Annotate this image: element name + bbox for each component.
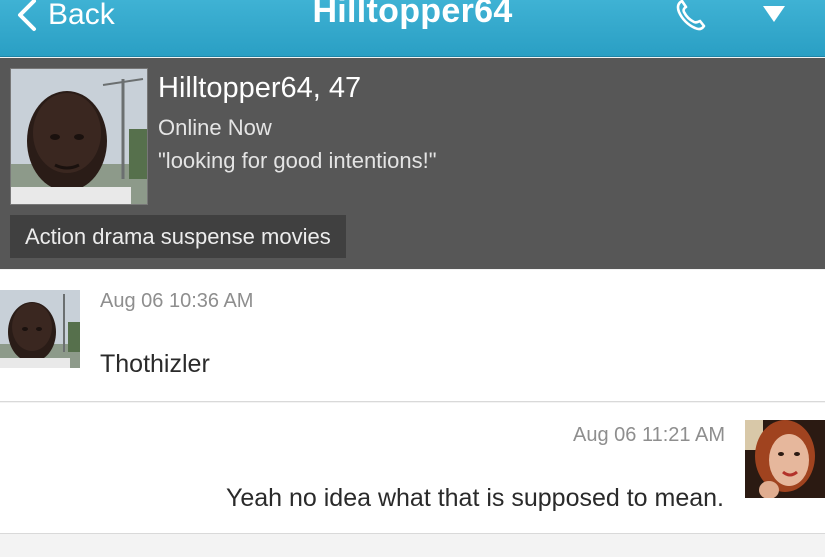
chat-screen: Back Hilltopper64 Hilltopper64, 47 Onlin… [0, 0, 825, 557]
my-avatar-image [745, 420, 825, 498]
profile-tagline: "looking for good intentions!" [158, 148, 437, 173]
sender-avatar-image [0, 290, 80, 368]
my-avatar[interactable] [745, 420, 825, 498]
interests-tag[interactable]: Action drama suspense movies [10, 215, 346, 258]
message-row[interactable]: Aug 06 10:36 AM Thothizler [0, 270, 825, 402]
phone-icon[interactable] [672, 0, 712, 32]
online-status: Online Now [158, 115, 272, 140]
profile-header[interactable]: Hilltopper64, 47 Online Now "looking for… [0, 58, 825, 269]
message-timestamp: Aug 06 11:21 AM [573, 424, 725, 446]
top-nav-bar: Back Hilltopper64 [0, 0, 825, 57]
profile-name-age: Hilltopper64, 47 [158, 72, 362, 104]
message-text: Thothizler [100, 350, 210, 378]
message-row[interactable]: Aug 06 11:21 AM Yeah no idea what that i… [0, 403, 825, 534]
profile-photo[interactable] [10, 68, 148, 205]
caret-down-icon[interactable] [760, 2, 788, 26]
empty-area [0, 535, 825, 557]
message-text: Yeah no idea what that is supposed to me… [225, 484, 724, 512]
message-timestamp: Aug 06 10:36 AM [100, 290, 254, 312]
profile-photo-image [11, 69, 147, 204]
sender-avatar[interactable] [0, 290, 80, 368]
